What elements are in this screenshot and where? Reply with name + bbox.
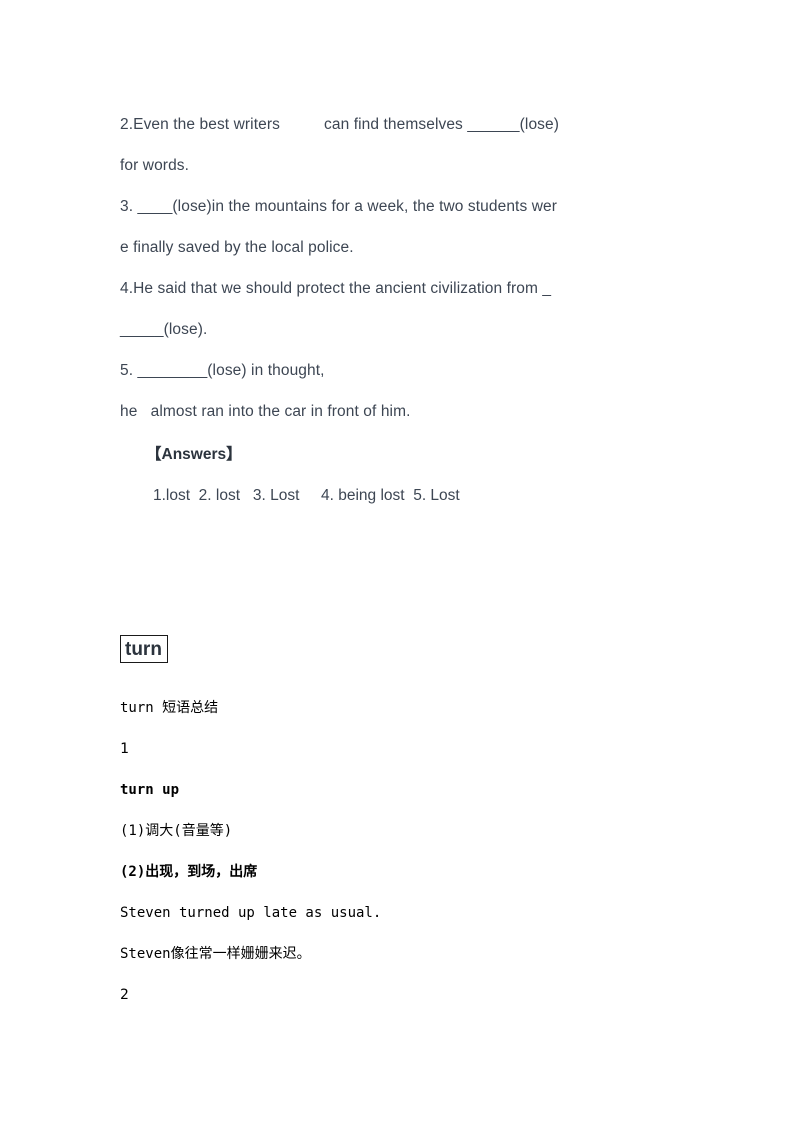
- phrase-summary-title: turn 短语总结: [120, 700, 219, 716]
- phrase-sense-1: (1)调大(音量等): [120, 823, 233, 839]
- answers-block: 【Answers】 1.lost 2. lost 3. Lost 4. bein…: [120, 434, 695, 516]
- exercise-line-2: 2.Even the best writers can find themsel…: [120, 116, 559, 133]
- boxed-word-turn: turn: [120, 635, 168, 663]
- exercise-line-5-cont: he almost ran into the car in front of h…: [120, 403, 411, 420]
- vocab-notes-block: turn 短语总结 1 turn up (1)调大(音量等) (2)出现，到场，…: [120, 688, 695, 1016]
- exercise-line-2-cont: for words.: [120, 157, 190, 174]
- example-sentence-zh: Steven像往常一样姗姗来迟。: [120, 946, 311, 962]
- exercise-line-4-cont: _____(lose).: [120, 321, 208, 338]
- example-sentence-en: Steven turned up late as usual.: [120, 905, 382, 921]
- exercise-line-5: 5. ________(lose) in thought,: [120, 362, 325, 379]
- exercise-line-4: 4.He said that we should protect the anc…: [120, 280, 552, 297]
- item-number-1: 1: [120, 741, 129, 757]
- document-page: 2.Even the best writers can find themsel…: [0, 0, 794, 1123]
- answers-list: 1.lost 2. lost 3. Lost 4. being lost 5. …: [153, 487, 460, 504]
- phrase-turn-up: turn up: [120, 782, 180, 798]
- answers-heading: 【Answers】: [146, 446, 242, 463]
- exercise-line-3: 3. ____(lose)in the mountains for a week…: [120, 198, 557, 215]
- exercise-line-3-cont: e finally saved by the local police.: [120, 239, 354, 256]
- phrase-sense-2: (2)出现，到场，出席: [120, 864, 258, 880]
- item-number-2: 2: [120, 987, 129, 1003]
- exercise-block: 2.Even the best writers can find themsel…: [120, 104, 695, 432]
